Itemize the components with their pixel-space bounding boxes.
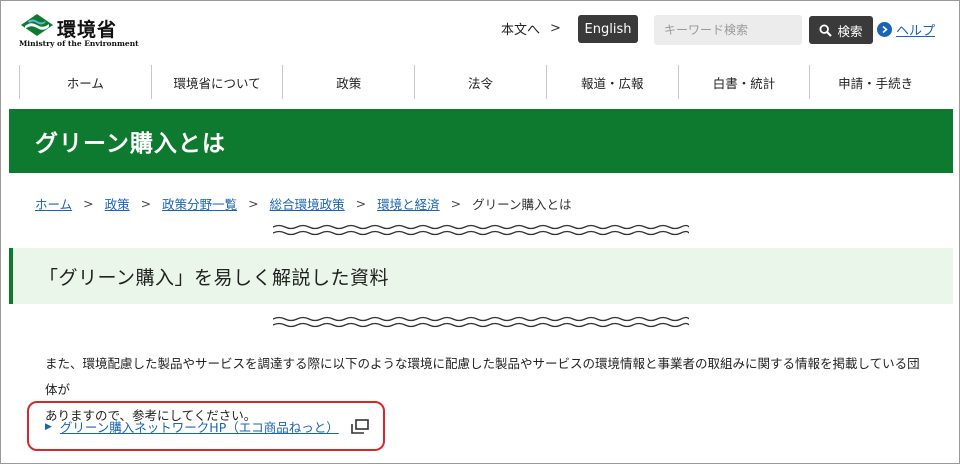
search-icon	[819, 23, 833, 37]
global-nav: ホーム 環境省について 政策 法令 報道・広報 白書・統計 申請・手続き	[19, 65, 941, 99]
external-window-icon	[350, 419, 369, 434]
wave-divider-bottom	[273, 316, 689, 328]
logo-subtitle: Ministry of the Environment	[19, 39, 139, 48]
skip-to-content-link[interactable]: 本文へ >	[501, 19, 561, 38]
breadcrumb-separator: >	[355, 196, 367, 211]
breadcrumb-current: グリーン購入とは	[472, 197, 572, 212]
search-button-label: 検索	[837, 23, 863, 39]
search-input[interactable]	[654, 15, 802, 45]
breadcrumb-link-home[interactable]: ホーム	[35, 194, 72, 213]
nav-item-policy[interactable]: 政策	[282, 65, 414, 99]
breadcrumb-link-general-policy[interactable]: 総合環境政策	[270, 194, 345, 213]
breadcrumb-separator: >	[83, 196, 94, 211]
chevron-right-icon: >	[550, 21, 561, 36]
section-heading-text: 「グリーン購入」を易しく解説した資料	[39, 266, 390, 289]
breadcrumb-link-environment-economy[interactable]: 環境と経済	[377, 194, 440, 213]
breadcrumb-link-policy-list[interactable]: 政策分野一覧	[162, 194, 237, 213]
breadcrumb-link-policy[interactable]: 政策	[105, 194, 130, 213]
triangle-right-icon: ▶	[45, 421, 52, 432]
help-link[interactable]: ヘルプ	[877, 20, 935, 39]
body-line-1: また、環境配慮した製品やサービスを調達する際に以下のような環境に配慮した製品やサ…	[45, 356, 920, 397]
search-button[interactable]: 検索	[809, 16, 873, 44]
external-link-label: グリーン購入ネットワークHP（エコ商品ねっと）	[59, 420, 339, 435]
help-link-label: ヘルプ	[896, 24, 936, 39]
wave-divider-top	[273, 224, 689, 236]
nav-item-whitepaper[interactable]: 白書・統計	[677, 65, 810, 99]
page-frame: 環境省 Ministry of the Environment 本文へ > En…	[0, 0, 960, 464]
ministry-logo[interactable]: 環境省 Ministry of the Environment	[19, 13, 139, 49]
section-heading: 「グリーン購入」を易しく解説した資料	[9, 248, 953, 304]
nav-item-home[interactable]: ホーム	[19, 65, 151, 99]
green-purchasing-network-link[interactable]: ▶ グリーン購入ネットワークHP（エコ商品ねっと）	[45, 417, 369, 436]
ministry-logo-mark-icon	[21, 14, 53, 36]
nav-item-law[interactable]: 法令	[414, 65, 546, 99]
skip-link-label: 本文へ	[501, 23, 541, 38]
nav-item-application[interactable]: 申請・手続き	[809, 65, 941, 99]
page-title-banner: グリーン購入とは	[9, 109, 953, 173]
page-title: グリーン購入とは	[35, 131, 226, 157]
chevron-circle-icon	[877, 22, 892, 37]
nav-item-press[interactable]: 報道・広報	[545, 65, 678, 99]
breadcrumb-separator: >	[140, 196, 152, 211]
breadcrumb: ホーム > 政策 > 政策分野一覧 > 総合環境政策 > 環境と経済 > グリー…	[35, 194, 572, 213]
logo-title: 環境省	[57, 19, 118, 41]
breadcrumb-separator: >	[248, 196, 259, 211]
english-button[interactable]: English	[578, 15, 638, 43]
breadcrumb-separator: >	[450, 196, 462, 211]
nav-item-about[interactable]: 環境省について	[150, 65, 283, 99]
